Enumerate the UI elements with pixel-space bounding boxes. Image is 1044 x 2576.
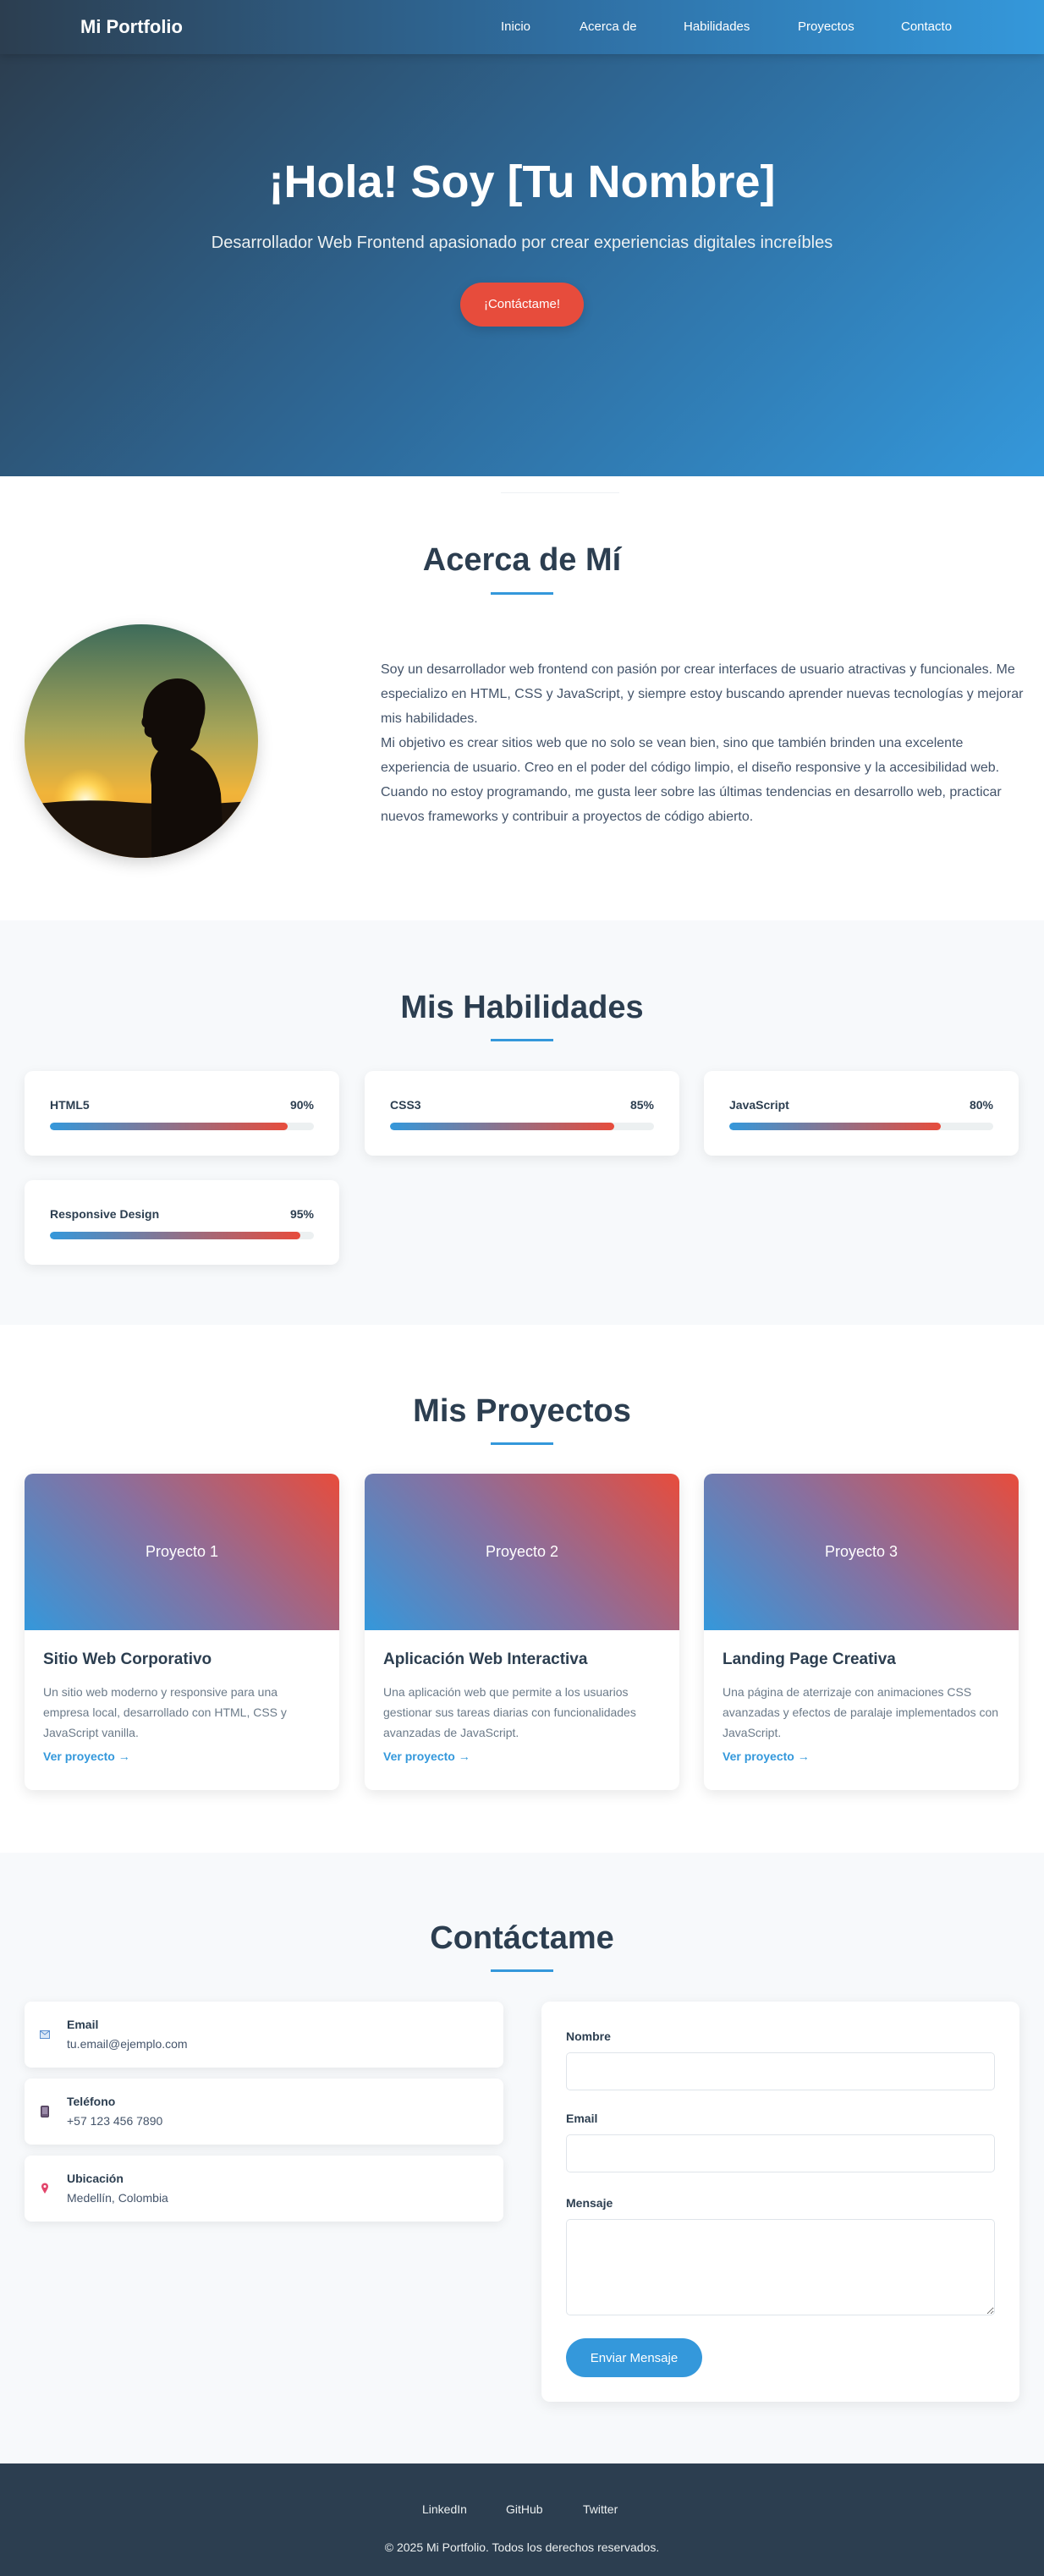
info-value: Medellín, Colombia (67, 2191, 168, 2205)
navbar: Mi Portfolio Inicio Acerca de Habilidade… (0, 0, 1044, 54)
project-card-1: Proyecto 1 Sitio Web Corporativo Un siti… (25, 1474, 339, 1790)
contact-info-location: Ubicación Medellín, Colombia (25, 2156, 503, 2222)
info-label: Teléfono (67, 2095, 116, 2108)
about-paragraph-1: Soy un desarrollador web frontend con pa… (381, 662, 1024, 726)
skill-progress-track (50, 1232, 314, 1239)
project-title: Landing Page Creativa (723, 1651, 896, 1668)
view-project-link[interactable]: Ver proyecto → (43, 1749, 130, 1763)
email-field[interactable] (566, 2134, 995, 2172)
title-underline (491, 1442, 553, 1445)
copyright-text: © 2025 Mi Portfolio. Todos los derechos … (384, 2540, 660, 2554)
hero-subtitle: Desarrollador Web Frontend apasionado po… (211, 233, 833, 252)
name-label: Nombre (566, 2029, 611, 2043)
skill-name: CSS3 (390, 1098, 421, 1112)
view-project-link[interactable]: Ver proyecto → (723, 1749, 810, 1763)
email-label: Email (566, 2112, 598, 2125)
info-label: Ubicación (67, 2172, 124, 2185)
project-card-3: Proyecto 3 Landing Page Creativa Una pág… (704, 1474, 1019, 1790)
skill-card-responsive: Responsive Design 95% (25, 1180, 339, 1265)
nav-link-acerca[interactable]: Acerca de (580, 19, 637, 34)
hero-section: ¡Hola! Soy [Tu Nombre] Desarrollador Web… (0, 54, 1044, 476)
info-value: +57 123 456 7890 (67, 2114, 163, 2128)
project-title: Sitio Web Corporativo (43, 1651, 212, 1668)
location-pin-icon (40, 2183, 50, 2194)
skill-card-javascript: JavaScript 80% (704, 1071, 1019, 1156)
skill-progress-fill (729, 1123, 941, 1130)
skill-progress-fill (50, 1232, 301, 1239)
project-title: Aplicación Web Interactiva (383, 1651, 588, 1668)
about-paragraph-2: Mi objetivo es crear sitios web que no s… (381, 736, 1002, 824)
project-description: Una página de aterrizaje con animaciones… (723, 1685, 999, 1739)
skill-percent: 95% (289, 1207, 314, 1221)
about-title: Acerca de Mí (422, 542, 622, 578)
info-label: Email (67, 2018, 99, 2031)
title-underline (491, 1969, 553, 1972)
send-message-button[interactable]: Enviar Mensaje (566, 2338, 702, 2377)
project-card-2: Proyecto 2 Aplicación Web Interactiva Un… (365, 1474, 679, 1790)
hero-title: ¡Hola! Soy [Tu Nombre] (268, 157, 776, 207)
project-image: Proyecto 2 (365, 1474, 679, 1630)
skill-progress-fill (50, 1123, 288, 1130)
nav-link-contacto[interactable]: Contacto (901, 19, 952, 34)
message-field[interactable] (566, 2219, 995, 2315)
skill-name: Responsive Design (50, 1207, 160, 1221)
projects-title: Mis Proyectos (413, 1393, 631, 1429)
contact-info-email: Email tu.email@ejemplo.com (25, 2002, 503, 2068)
skill-name: JavaScript (729, 1098, 789, 1112)
skill-progress-track (50, 1123, 314, 1130)
project-description: Una aplicación web que permite a los usu… (383, 1685, 636, 1739)
title-underline (491, 1039, 553, 1041)
skill-name: HTML5 (50, 1098, 90, 1112)
profile-photo (25, 624, 258, 858)
nav-link-inicio[interactable]: Inicio (501, 19, 530, 34)
skill-progress-track (390, 1123, 654, 1130)
info-value: tu.email@ejemplo.com (67, 2037, 188, 2051)
section-divider (501, 492, 619, 493)
contact-form: Nombre Email Mensaje Enviar Mensaje (541, 2002, 1019, 2402)
contact-info-phone: Teléfono +57 123 456 7890 (25, 2079, 503, 2145)
email-icon (40, 2029, 50, 2040)
skill-percent: 85% (629, 1098, 654, 1112)
skill-percent: 90% (289, 1098, 314, 1112)
footer: LinkedIn GitHub Twitter © 2025 Mi Portfo… (0, 2463, 1044, 2576)
contact-cta-button[interactable]: ¡Contáctame! (460, 283, 584, 327)
name-field[interactable] (566, 2052, 995, 2090)
skill-card-css3: CSS3 85% (365, 1071, 679, 1156)
skills-section: Mis Habilidades HTML5 90% CSS3 85% JavaS… (0, 920, 1044, 1325)
skill-percent: 80% (969, 1098, 993, 1112)
nav-link-habilidades[interactable]: Habilidades (684, 19, 750, 34)
contact-title: Contáctame (430, 1920, 614, 1956)
silhouette-sunset-image (25, 624, 258, 858)
footer-link-linkedin[interactable]: LinkedIn (422, 2502, 467, 2516)
title-underline (491, 592, 553, 595)
skill-progress-fill (390, 1123, 615, 1130)
project-image: Proyecto 3 (704, 1474, 1019, 1630)
skill-card-html5: HTML5 90% (25, 1071, 339, 1156)
footer-link-twitter[interactable]: Twitter (583, 2502, 618, 2516)
footer-link-github[interactable]: GitHub (506, 2502, 543, 2516)
project-image: Proyecto 1 (25, 1474, 339, 1630)
view-project-link[interactable]: Ver proyecto → (383, 1749, 470, 1763)
skills-title: Mis Habilidades (400, 990, 644, 1025)
phone-icon (40, 2106, 50, 2117)
brand-logo[interactable]: Mi Portfolio (80, 16, 183, 38)
message-label: Mensaje (566, 2196, 613, 2210)
project-description: Un sitio web moderno y responsive para u… (43, 1685, 287, 1739)
skill-progress-track (729, 1123, 993, 1130)
about-text: Soy un desarrollador web frontend con pa… (381, 657, 1024, 829)
nav-link-proyectos[interactable]: Proyectos (798, 19, 854, 34)
